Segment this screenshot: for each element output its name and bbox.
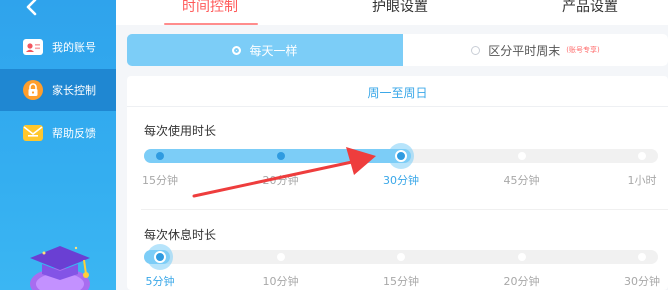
sidebar-item-label: 我的账号 [52,41,96,54]
mode-option-same-every-day[interactable]: 每天一样 [127,34,403,66]
usage-duration-title: 每次使用时长 [144,124,217,138]
slider-step-dot[interactable] [638,253,646,261]
sidebar-item-parental-control[interactable]: 家长控制 [0,69,116,111]
slider-thumb[interactable] [388,143,414,169]
slider-thumb[interactable] [147,244,173,270]
account-exclusive-note: (账号专享) [566,46,600,54]
slider-step-dot[interactable] [517,152,526,160]
message-icon [22,122,44,144]
divider [141,209,668,210]
slider-tick-label: 5分钟 [145,275,175,288]
graduation-mascot-icon [22,240,98,290]
sidebar-item-help-feedback[interactable]: 帮助反馈 [0,112,116,154]
usage-duration-slider[interactable] [144,143,658,169]
slider-step-dot[interactable] [638,152,646,160]
rest-duration-slider[interactable] [144,244,658,270]
slider-step-dot[interactable] [156,152,164,160]
slider-tick-label: 15分钟 [142,174,178,187]
id-card-icon [22,36,44,58]
sidebar-item-label: 家长控制 [52,84,96,97]
mode-toggle: 每天一样 区分平时周末 (账号专享) [127,34,668,66]
divider [127,106,668,107]
mode-option-weekday-weekend[interactable]: 区分平时周末 (账号专享) [403,34,668,66]
radio-unchecked-icon [471,45,481,55]
top-tab-bar: 时间控制 护眼设置 产品设置 [116,0,668,25]
tab-product-settings[interactable]: 产品设置 [562,0,618,16]
slider-step-dot[interactable] [276,152,285,160]
tab-time-control[interactable]: 时间控制 [182,0,238,16]
rest-duration-title: 每次休息时长 [144,228,217,242]
active-tab-underline [164,23,258,25]
slider-tick-label: 45分钟 [503,174,540,187]
slider-tick-label: 20分钟 [503,275,540,288]
slider-tick-label: 30分钟 [624,275,660,288]
lock-icon [22,79,44,101]
slider-step-dot[interactable] [517,253,526,261]
slider-tick-label: 10分钟 [262,275,299,288]
slider-tick-label: 15分钟 [383,275,419,288]
slider-tick-label: 1小时 [627,174,657,187]
week-range-label: 周一至周日 [367,86,428,100]
mode-option-label: 区分平时周末 [488,43,561,58]
tab-eye-protection[interactable]: 护眼设置 [372,0,428,16]
sidebar-item-account[interactable]: 我的账号 [0,26,116,68]
time-settings-card: 周一至周日 每次使用时长 15分钟 20分钟 30分钟 45分钟 1小时 每次休息时长 … [127,76,668,290]
radio-checked-icon [232,45,242,55]
mode-option-label: 每天一样 [249,43,298,58]
sidebar-item-label: 帮助反馈 [52,127,96,140]
back-arrow-icon[interactable] [20,0,44,20]
slider-tick-label: 20分钟 [262,174,299,187]
slider-tick-label: 30分钟 [383,174,419,187]
slider-step-dot[interactable] [276,253,285,261]
sidebar: 我的账号 家长控制 帮助反馈 [0,0,116,290]
slider-step-dot[interactable] [397,253,405,261]
